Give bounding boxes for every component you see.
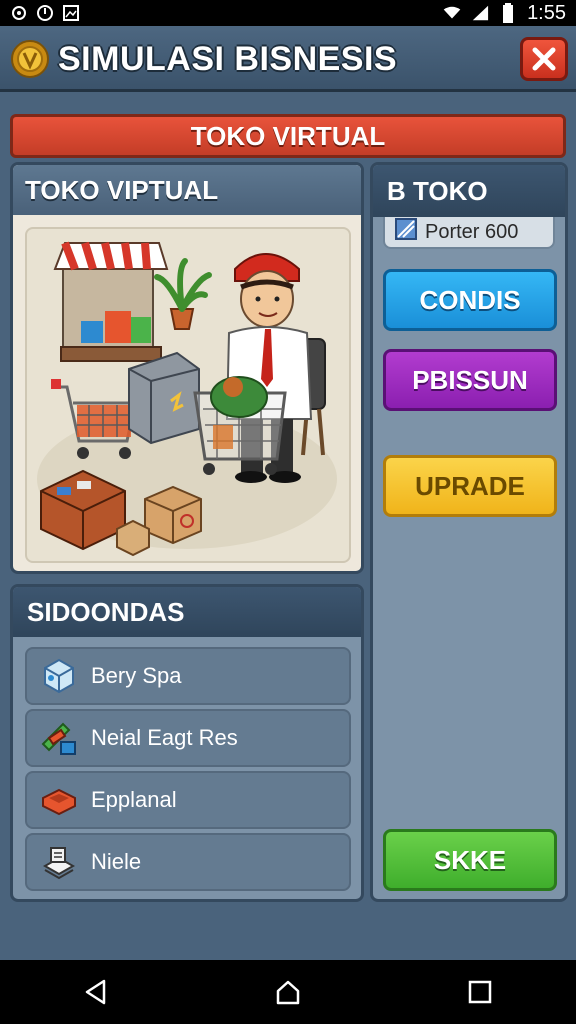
status-left-icons — [10, 4, 80, 22]
gold-coin-icon — [10, 39, 50, 79]
list-item[interactable]: Bery Spa — [25, 647, 351, 705]
record-icon — [36, 4, 54, 22]
recents-icon — [468, 980, 492, 1004]
side-panel-title: B TOKO — [373, 165, 565, 217]
porter-icon — [395, 218, 417, 246]
list-panel: SIDOONDAS Bery Spa Neial Eagt Res Epplan… — [10, 584, 364, 902]
image-icon — [62, 4, 80, 22]
paper-stack-icon — [39, 842, 79, 882]
list-item[interactable]: Epplanal — [25, 771, 351, 829]
close-button[interactable] — [520, 37, 568, 81]
page-title: SIMULASI BISNESIS — [58, 40, 398, 78]
upgrade-button[interactable]: UPRADE — [383, 455, 557, 517]
porter-stat: Porter 600 — [383, 217, 555, 249]
cube-box-icon — [39, 656, 79, 696]
signal-icon — [471, 4, 489, 22]
close-icon — [532, 47, 556, 71]
list-panel-title: SIDOONDAS — [13, 587, 361, 637]
list-item[interactable]: Niele — [25, 833, 351, 891]
produce-cart-icon — [193, 376, 287, 475]
notification-icon — [10, 4, 28, 22]
battery-icon — [499, 3, 517, 23]
status-bar: 1:55 — [0, 0, 576, 26]
register-icon — [128, 351, 200, 445]
list-item[interactable]: Neial Eagt Res — [25, 709, 351, 767]
skke-button[interactable]: SKKE — [383, 829, 557, 891]
list-item-label: Bery Spa — [91, 663, 182, 688]
recents-button[interactable] — [460, 972, 500, 1012]
app-header: SIMULASI BISNESIS — [0, 26, 576, 92]
tray-icon — [39, 780, 79, 820]
blocks-icon — [39, 718, 79, 758]
wifi-icon — [443, 4, 461, 22]
back-icon — [85, 979, 106, 1005]
status-right-icons: 1:55 — [443, 2, 566, 25]
pbissun-button[interactable]: PBISSUN — [383, 349, 557, 411]
market-stall-icon — [53, 241, 169, 362]
home-icon — [276, 980, 300, 1005]
condis-button[interactable]: CONDIS — [383, 269, 557, 331]
porter-label: Porter 600 — [425, 220, 519, 243]
back-button[interactable] — [76, 972, 116, 1012]
list-item-label: Epplanal — [91, 787, 177, 812]
store-panel-title: TOKO VIPTUAL — [13, 165, 361, 215]
store-illustration — [25, 227, 351, 563]
home-button[interactable] — [268, 972, 308, 1012]
section-banner: TOKO VIRTUAL — [10, 114, 566, 158]
list-item-label: Neial Eagt Res — [91, 725, 238, 750]
main-area: TOKO VIRTUAL TOKO VIPTUAL B TOKO Porter … — [0, 92, 576, 960]
side-panel: B TOKO Porter 600 CONDIS PBISSUN UPRADE … — [370, 162, 568, 902]
clock: 1:55 — [527, 1, 566, 24]
store-panel: TOKO VIPTUAL — [10, 162, 364, 574]
navigation-bar — [0, 960, 576, 1024]
plant-icon — [154, 258, 212, 330]
list-item-label: Niele — [91, 849, 142, 874]
